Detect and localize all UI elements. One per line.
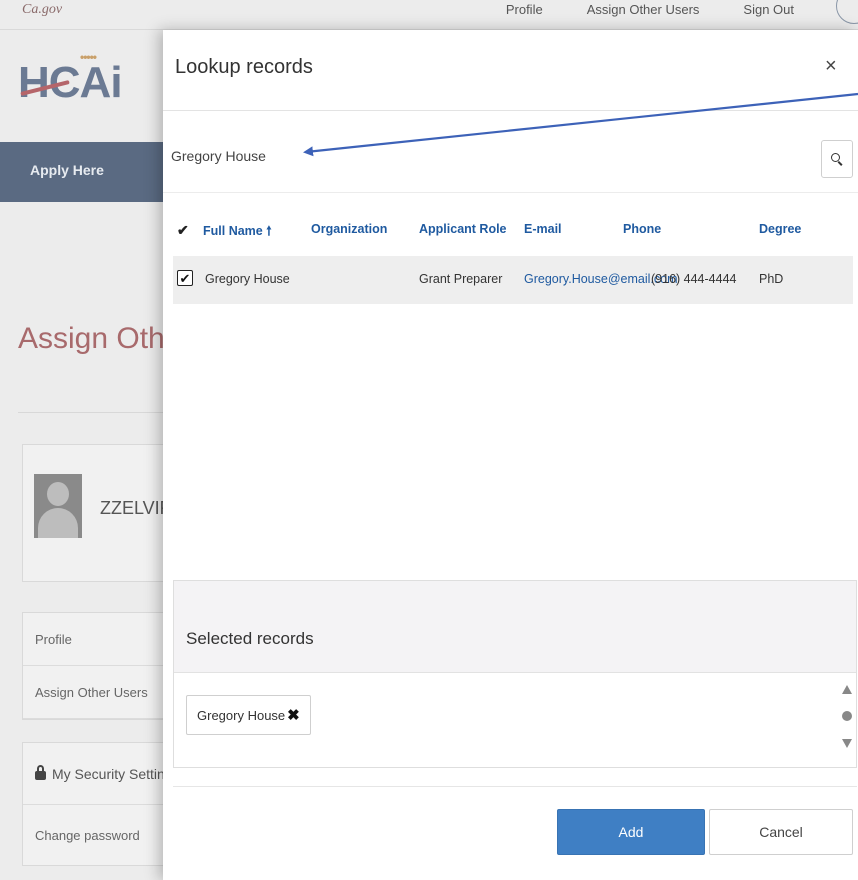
select-all-check-icon[interactable]: ✔ <box>177 222 189 239</box>
search-button[interactable] <box>821 140 853 178</box>
avatar-body <box>38 508 78 538</box>
scroll-up-icon[interactable] <box>842 685 852 694</box>
top-nav-sign-out[interactable]: Sign Out <box>743 2 794 17</box>
modal-title: Lookup records <box>175 56 313 78</box>
divider <box>18 412 178 413</box>
remove-chip-icon[interactable]: ✖ <box>287 706 300 724</box>
selected-records-title: Selected records <box>186 629 314 648</box>
table-row[interactable]: ✔ Gregory House Grant Preparer Gregory.H… <box>173 256 853 304</box>
cell-full-name: Gregory House <box>205 272 290 286</box>
search-icon <box>831 153 843 166</box>
cell-degree: PhD <box>759 272 784 286</box>
close-icon[interactable]: × <box>825 56 837 76</box>
selected-records-header: Selected records <box>174 581 856 673</box>
cell-applicant-role: Grant Preparer <box>419 272 503 286</box>
avatar-icon <box>34 474 82 538</box>
selected-records-panel: Selected records Gregory House ✖ <box>173 580 857 768</box>
lookup-records-modal: Lookup records × ✔ Full Name 🠕 Organizat… <box>163 30 858 880</box>
selected-record-chip: Gregory House ✖ <box>186 695 311 735</box>
column-phone[interactable]: Phone <box>623 222 661 236</box>
username: ZZELVIR <box>100 498 173 518</box>
row-checkbox[interactable]: ✔ <box>177 270 193 286</box>
user-menu-circle[interactable] <box>836 0 858 24</box>
scroll-thumb[interactable] <box>842 711 852 721</box>
top-nav: Profile Assign Other Users Sign Out <box>506 2 794 17</box>
apply-here-link[interactable]: Apply Here <box>30 162 104 178</box>
sort-ascending-icon: 🠕 <box>266 224 272 238</box>
add-button[interactable]: Add <box>557 809 705 855</box>
hcai-logo: HCAi ••••• <box>18 50 123 108</box>
column-organization[interactable]: Organization <box>311 222 387 236</box>
column-applicant-role[interactable]: Applicant Role <box>419 222 507 236</box>
avatar-head <box>47 482 69 506</box>
search-divider <box>163 192 858 193</box>
ca-gov-logo: Ca.gov <box>22 2 63 17</box>
header-divider <box>163 110 858 111</box>
brand-text: HCAi <box>18 58 123 107</box>
top-bar: Ca.gov Profile Assign Other Users Sign O… <box>0 0 858 30</box>
security-settings-title: My Security Settings <box>52 765 180 782</box>
logo-dots: ••••• <box>80 50 97 64</box>
table-header: ✔ Full Name 🠕 Organization Applicant Rol… <box>173 218 853 246</box>
column-email[interactable]: E-mail <box>524 222 562 236</box>
scroll-down-icon[interactable] <box>842 739 852 748</box>
top-nav-assign-other-users[interactable]: Assign Other Users <box>587 2 700 17</box>
selected-scrollbar[interactable] <box>840 681 854 753</box>
chip-label: Gregory House <box>197 707 286 723</box>
top-nav-profile[interactable]: Profile <box>506 2 543 17</box>
search-input[interactable] <box>171 138 819 174</box>
cancel-button[interactable]: Cancel <box>709 809 853 855</box>
column-full-name-label: Full Name <box>203 224 263 238</box>
cell-phone: (916) 444-4444 <box>651 272 737 286</box>
column-full-name[interactable]: Full Name 🠕 <box>203 222 272 243</box>
lock-icon <box>35 765 46 780</box>
footer-divider <box>173 786 857 787</box>
column-degree[interactable]: Degree <box>759 222 801 236</box>
